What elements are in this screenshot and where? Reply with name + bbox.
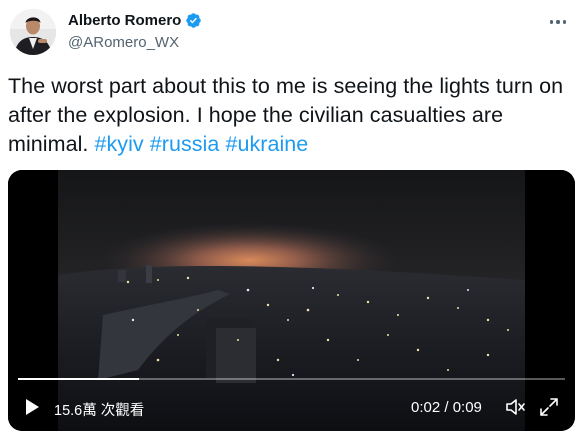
video-progress-fill (18, 378, 140, 380)
more-options-icon[interactable] (544, 12, 572, 32)
video-controls: 15.6萬 次觀看 0:02 / 0:09 (8, 392, 575, 422)
play-icon[interactable] (22, 397, 42, 417)
view-count: 15.6萬 次觀看 (54, 403, 145, 419)
author-name-row[interactable]: Alberto Romero (68, 12, 202, 29)
fullscreen-icon[interactable] (539, 397, 559, 417)
video-time: 0:02 / 0:09 (411, 399, 482, 416)
tweet-card[interactable]: Alberto Romero @ARomero_WX The worst par… (0, 0, 586, 441)
verified-badge-icon (186, 13, 202, 28)
video-progress-bar[interactable] (18, 378, 565, 380)
hashtag-russia[interactable]: #russia (150, 132, 220, 156)
hashtag-ukraine[interactable]: #ukraine (225, 132, 308, 156)
tweet-text: The worst part about this to me is seein… (8, 72, 583, 159)
avatar[interactable] (10, 9, 56, 55)
hashtag-kyiv[interactable]: #kyiv (94, 132, 143, 156)
author-handle[interactable]: @ARomero_WX (68, 34, 179, 51)
video-player[interactable]: 15.6萬 次觀看 0:02 / 0:09 (8, 170, 575, 431)
author-display-name[interactable]: Alberto Romero (68, 12, 181, 29)
volume-icon[interactable] (504, 397, 526, 417)
